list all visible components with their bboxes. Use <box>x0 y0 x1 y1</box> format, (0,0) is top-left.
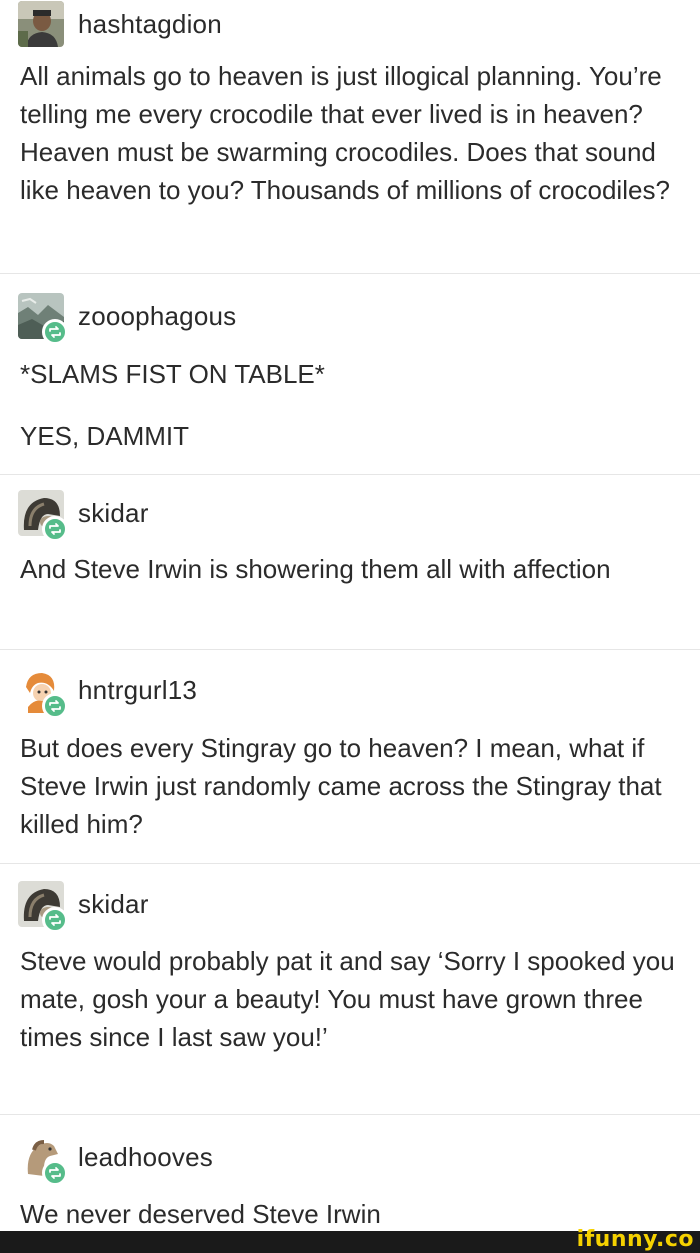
post-leadhooves: leadhooves We never deserved Steve Irwin <box>0 1115 700 1231</box>
avatar[interactable] <box>18 881 68 933</box>
reblog-icon <box>42 516 68 542</box>
post-hntrgurl13: hntrgurl13 But does every Stingray go to… <box>0 650 700 863</box>
post-header: skidar <box>18 880 149 933</box>
post-body: But does every Stingray go to heaven? I … <box>20 729 692 843</box>
avatar[interactable] <box>18 1134 68 1186</box>
person-avatar-icon <box>18 1 64 47</box>
username[interactable]: leadhooves <box>78 1142 213 1173</box>
post-text: But does every Stingray go to heaven? I … <box>20 733 662 839</box>
avatar[interactable] <box>18 490 68 542</box>
reblog-icon <box>42 1160 68 1186</box>
post-header: hntrgurl13 <box>18 666 197 719</box>
reblog-icon <box>42 907 68 933</box>
post-body: And Steve Irwin is showering them all wi… <box>20 550 692 588</box>
post-text: And Steve Irwin is showering them all wi… <box>20 554 611 584</box>
reblog-icon <box>42 319 68 345</box>
post-text: All animals go to heaven is just illogic… <box>20 61 670 205</box>
post-body: *SLAMS FIST ON TABLE* YES, DAMMIT <box>20 355 692 455</box>
post-body: Steve would probably pat it and say ‘Sor… <box>20 942 692 1056</box>
post-skidar-2: skidar Steve would probably pat it and s… <box>0 864 700 1114</box>
post-text: *SLAMS FIST ON TABLE* <box>20 359 325 389</box>
username[interactable]: hashtagdion <box>78 9 222 40</box>
post-header: skidar <box>18 489 149 542</box>
username[interactable]: skidar <box>78 498 149 529</box>
post-skidar: skidar And Steve Irwin is showering them… <box>0 475 700 649</box>
username[interactable]: hntrgurl13 <box>78 675 197 706</box>
post-text: YES, DAMMIT <box>20 421 190 451</box>
ifunny-watermark: ifunny.co <box>576 1227 694 1252</box>
post-header: hashtagdion <box>18 0 222 48</box>
post-zooophagous: zooophagous *SLAMS FIST ON TABLE* YES, D… <box>0 274 700 474</box>
post-body: All animals go to heaven is just illogic… <box>20 57 692 209</box>
username[interactable]: zooophagous <box>78 301 236 332</box>
avatar[interactable] <box>18 667 68 719</box>
post-header: zooophagous <box>18 292 236 345</box>
post-header: leadhooves <box>18 1133 213 1186</box>
avatar[interactable] <box>18 293 68 345</box>
post-text: Steve would probably pat it and say ‘Sor… <box>20 946 675 1052</box>
avatar[interactable] <box>18 1 64 47</box>
username[interactable]: skidar <box>78 889 149 920</box>
post-hashtagdion: hashtagdion All animals go to heaven is … <box>0 0 700 272</box>
reblog-icon <box>42 693 68 719</box>
